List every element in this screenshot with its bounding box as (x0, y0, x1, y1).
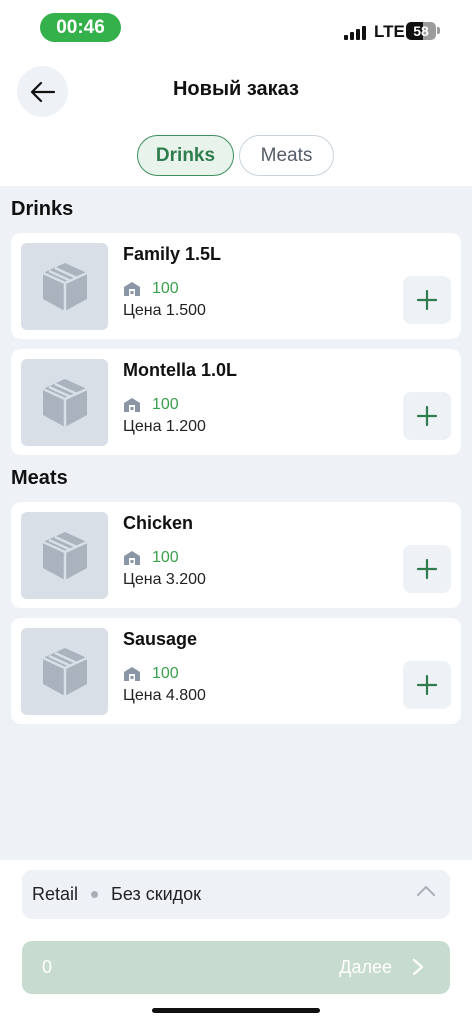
box-icon (41, 262, 88, 311)
stock-quantity: 100 (152, 549, 179, 566)
battery-icon: 58 (406, 22, 436, 40)
status-time: 00:46 (40, 13, 121, 42)
product-card[interactable]: Family 1.5L 100 Цена 1.500 (11, 233, 461, 339)
battery-tip (437, 27, 440, 34)
product-name: Chicken (123, 513, 194, 533)
product-image-placeholder (21, 512, 108, 599)
price-type-selector[interactable]: Retail Без скидок (22, 870, 450, 919)
status-bar: 00:46 LTE 58 (0, 0, 472, 56)
product-image-placeholder (21, 243, 108, 330)
category-tabs: Drinks Meats (0, 135, 472, 177)
product-stock: 100 (123, 396, 179, 414)
product-stock: 100 (123, 280, 179, 298)
add-item-button[interactable] (403, 545, 451, 593)
warehouse-icon (124, 667, 140, 681)
add-item-button[interactable] (403, 661, 451, 709)
product-name: Montella 1.0L (123, 360, 238, 380)
next-button[interactable]: 0 Далее (22, 941, 450, 994)
product-stock: 100 (123, 549, 179, 567)
page-title: Новый заказ (172, 78, 299, 100)
plus-icon (417, 290, 437, 310)
product-stock: 100 (123, 665, 179, 683)
section-title-drinks: Drinks (11, 198, 74, 220)
product-image-placeholder (21, 359, 108, 446)
stock-quantity: 100 (152, 665, 179, 682)
chevron-up-icon (417, 886, 435, 896)
stock-quantity: 100 (152, 280, 179, 297)
product-name: Family 1.5L (123, 244, 222, 264)
home-indicator[interactable] (152, 1008, 320, 1013)
next-button-label: Далее (339, 957, 392, 977)
warehouse-icon (124, 282, 140, 296)
plus-icon (417, 559, 437, 579)
plus-icon (417, 675, 437, 695)
stock-quantity: 100 (152, 396, 179, 413)
section-title-meats: Meats (11, 467, 68, 489)
add-item-button[interactable] (403, 392, 451, 440)
battery-level: 58 (413, 23, 429, 39)
tab-drinks[interactable]: Drinks (137, 135, 234, 176)
product-price: Цена 3.200 (123, 571, 206, 588)
box-icon (41, 647, 88, 696)
price-type-label: Retail (32, 884, 79, 904)
product-list[interactable]: Drinks Family 1.5L 100 Цена 1.500 Montel… (0, 186, 472, 860)
warehouse-icon (124, 551, 140, 565)
product-card[interactable]: Chicken 100 Цена 3.200 (11, 502, 461, 608)
signal-icon (344, 24, 368, 40)
product-price: Цена 4.800 (123, 687, 206, 704)
warehouse-icon (124, 398, 140, 412)
product-name: Sausage (123, 629, 198, 649)
footer: Retail Без скидок 0 Далее (0, 860, 472, 1024)
product-price: Цена 1.500 (123, 302, 206, 319)
box-icon (41, 531, 88, 580)
tab-meats[interactable]: Meats (239, 135, 334, 176)
product-image-placeholder (21, 628, 108, 715)
product-card[interactable]: Sausage 100 Цена 4.800 (11, 618, 461, 724)
order-total: 0 (42, 957, 53, 977)
chevron-right-icon (412, 958, 424, 976)
product-card[interactable]: Montella 1.0L 100 Цена 1.200 (11, 349, 461, 455)
separator-dot (91, 891, 99, 898)
product-price: Цена 1.200 (123, 418, 206, 435)
add-item-button[interactable] (403, 276, 451, 324)
network-type: LTE (374, 22, 405, 41)
plus-icon (417, 406, 437, 426)
discount-label: Без скидок (111, 884, 202, 904)
box-icon (41, 378, 88, 427)
